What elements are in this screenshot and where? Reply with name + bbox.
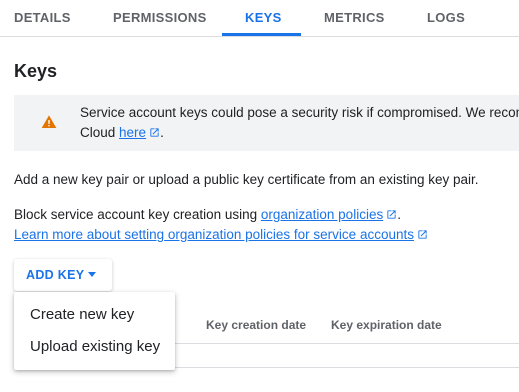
policy-text: Block service account key creation using… — [14, 205, 401, 224]
warning-text: Service account keys could pose a securi… — [80, 103, 519, 143]
tab-metrics[interactable]: METRICS — [324, 0, 385, 36]
external-link-icon — [418, 230, 427, 239]
column-key-expiration-date[interactable]: Key expiration date — [331, 318, 442, 332]
menu-item-label: Create new key — [30, 306, 135, 323]
add-key-label: ADD KEY — [26, 268, 85, 282]
external-link-icon — [150, 128, 159, 137]
warning-line-2: Cloud here. — [80, 123, 519, 143]
add-key-button[interactable]: ADD KEY — [14, 259, 112, 291]
warning-line-2-prefix: Cloud — [80, 125, 120, 140]
tab-details[interactable]: DETAILS — [14, 0, 71, 36]
warning-banner: Service account keys could pose a securi… — [14, 95, 519, 151]
organization-policies-link[interactable]: organization policies — [261, 207, 383, 222]
add-key-menu: Create new key Upload existing key — [14, 292, 175, 370]
policy-prefix: Block service account key creation using — [14, 207, 261, 222]
learn-more-link[interactable]: Learn more about setting organization po… — [14, 227, 414, 242]
warning-here-link[interactable]: here — [119, 125, 146, 140]
warning-line-1: Service account keys could pose a securi… — [80, 105, 519, 120]
external-link-icon — [387, 210, 396, 219]
active-tab-indicator — [222, 33, 301, 36]
menu-item-upload-existing-key[interactable]: Upload existing key — [14, 331, 175, 363]
tab-bar: DETAILS PERMISSIONS KEYS METRICS LOGS — [0, 0, 519, 37]
tab-logs[interactable]: LOGS — [427, 0, 465, 36]
menu-item-create-new-key[interactable]: Create new key — [14, 299, 175, 331]
warning-icon — [41, 115, 57, 128]
warning-line-2-suffix: . — [160, 125, 164, 140]
menu-item-label: Upload existing key — [30, 338, 161, 355]
column-key-creation-date[interactable]: Key creation date — [206, 318, 306, 332]
tab-permissions[interactable]: PERMISSIONS — [113, 0, 207, 36]
policy-suffix: . — [397, 207, 401, 222]
page-title: Keys — [14, 61, 58, 81]
tab-keys[interactable]: KEYS — [245, 0, 282, 36]
caret-down-icon — [88, 272, 96, 277]
learn-more-row: Learn more about setting organization po… — [14, 225, 428, 244]
description-text: Add a new key pair or upload a public ke… — [14, 172, 479, 187]
